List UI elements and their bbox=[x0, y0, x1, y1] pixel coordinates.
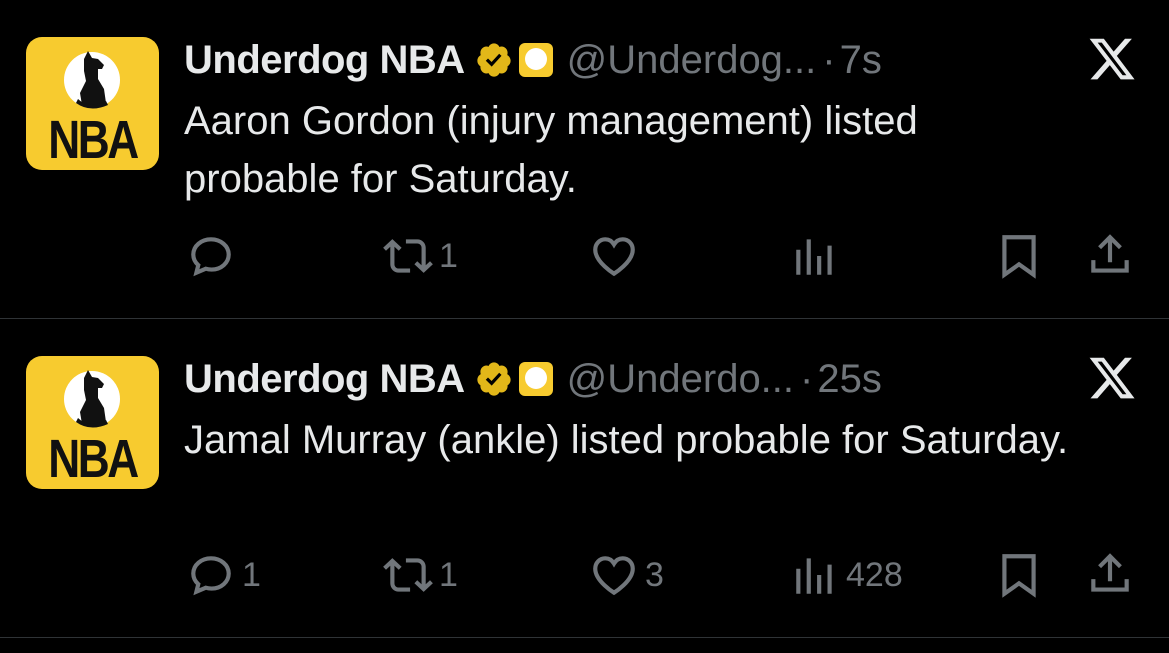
tweet-actions: 1 1 3 428 bbox=[0, 545, 1169, 605]
retweet-icon bbox=[383, 558, 433, 592]
heart-icon bbox=[593, 556, 635, 596]
share-button[interactable] bbox=[1085, 226, 1135, 286]
share-button[interactable] bbox=[1085, 545, 1135, 605]
like-count: 3 bbox=[645, 555, 664, 594]
like-button[interactable] bbox=[589, 226, 645, 286]
display-name[interactable]: Underdog NBA bbox=[184, 357, 465, 402]
like-button[interactable]: 3 bbox=[589, 545, 664, 605]
dog-logo-icon bbox=[76, 370, 108, 428]
affiliate-badge-icon[interactable] bbox=[518, 362, 553, 396]
bookmark-icon bbox=[1002, 554, 1036, 598]
verified-badge-icon[interactable] bbox=[475, 41, 513, 79]
heart-icon bbox=[593, 237, 635, 277]
timestamp[interactable]: 7s bbox=[840, 38, 882, 83]
views-button[interactable]: 428 bbox=[790, 545, 903, 605]
separator-dot: · bbox=[822, 37, 836, 82]
verified-badge-icon[interactable] bbox=[475, 360, 513, 398]
separator-dot: · bbox=[800, 356, 814, 401]
retweet-icon bbox=[383, 239, 433, 273]
retweet-count: 1 bbox=[439, 236, 458, 275]
display-name[interactable]: Underdog NBA bbox=[184, 38, 465, 83]
affiliate-badge-icon[interactable] bbox=[518, 43, 553, 77]
tweet[interactable]: NBA Underdog NBA @Underdog... · 7s Aaron… bbox=[0, 0, 1169, 319]
bookmark-button[interactable] bbox=[994, 226, 1044, 286]
tweet[interactable]: NBA Underdog NBA @Underdo... · 25s Jamal… bbox=[0, 319, 1169, 638]
handle[interactable]: @Underdo... bbox=[567, 357, 794, 402]
avatar[interactable]: NBA bbox=[26, 356, 159, 489]
reply-icon bbox=[191, 556, 231, 596]
dog-logo-icon bbox=[76, 51, 108, 109]
bookmark-button[interactable] bbox=[994, 545, 1044, 605]
retweet-button[interactable]: 1 bbox=[383, 226, 458, 286]
affiliate-badge-circle bbox=[524, 48, 547, 70]
tweet-text: Aaron Gordon (injury management) listed … bbox=[184, 99, 918, 201]
reply-button[interactable] bbox=[186, 226, 242, 286]
reply-icon bbox=[191, 237, 231, 277]
x-close-icon[interactable] bbox=[1085, 353, 1139, 403]
tweet-header: Underdog NBA @Underdog... · 7s bbox=[184, 36, 882, 84]
views-count: 428 bbox=[846, 555, 903, 594]
retweet-count: 1 bbox=[439, 555, 458, 594]
avatar-nba-text: NBA bbox=[48, 110, 139, 170]
affiliate-badge-circle bbox=[524, 367, 547, 389]
timeline: NBA Underdog NBA @Underdog... · 7s Aaron… bbox=[0, 0, 1169, 653]
tweet-text: Jamal Murray (ankle) listed probable for… bbox=[184, 418, 1069, 462]
bookmark-icon bbox=[1002, 235, 1036, 279]
views-icon bbox=[796, 239, 832, 275]
avatar[interactable]: NBA bbox=[26, 37, 159, 170]
x-close-icon[interactable] bbox=[1085, 34, 1139, 84]
tweet-header: Underdog NBA @Underdo... · 25s bbox=[184, 355, 882, 403]
reply-button[interactable]: 1 bbox=[186, 545, 261, 605]
views-button[interactable] bbox=[790, 226, 846, 286]
tweet-actions: 1 bbox=[0, 226, 1169, 286]
retweet-button[interactable]: 1 bbox=[383, 545, 458, 605]
handle[interactable]: @Underdog... bbox=[567, 38, 817, 83]
share-icon bbox=[1091, 234, 1129, 273]
avatar-nba-text: NBA bbox=[48, 429, 139, 489]
views-icon bbox=[796, 558, 832, 594]
share-icon bbox=[1091, 553, 1129, 592]
reply-count: 1 bbox=[242, 555, 261, 594]
timestamp[interactable]: 25s bbox=[817, 357, 882, 402]
